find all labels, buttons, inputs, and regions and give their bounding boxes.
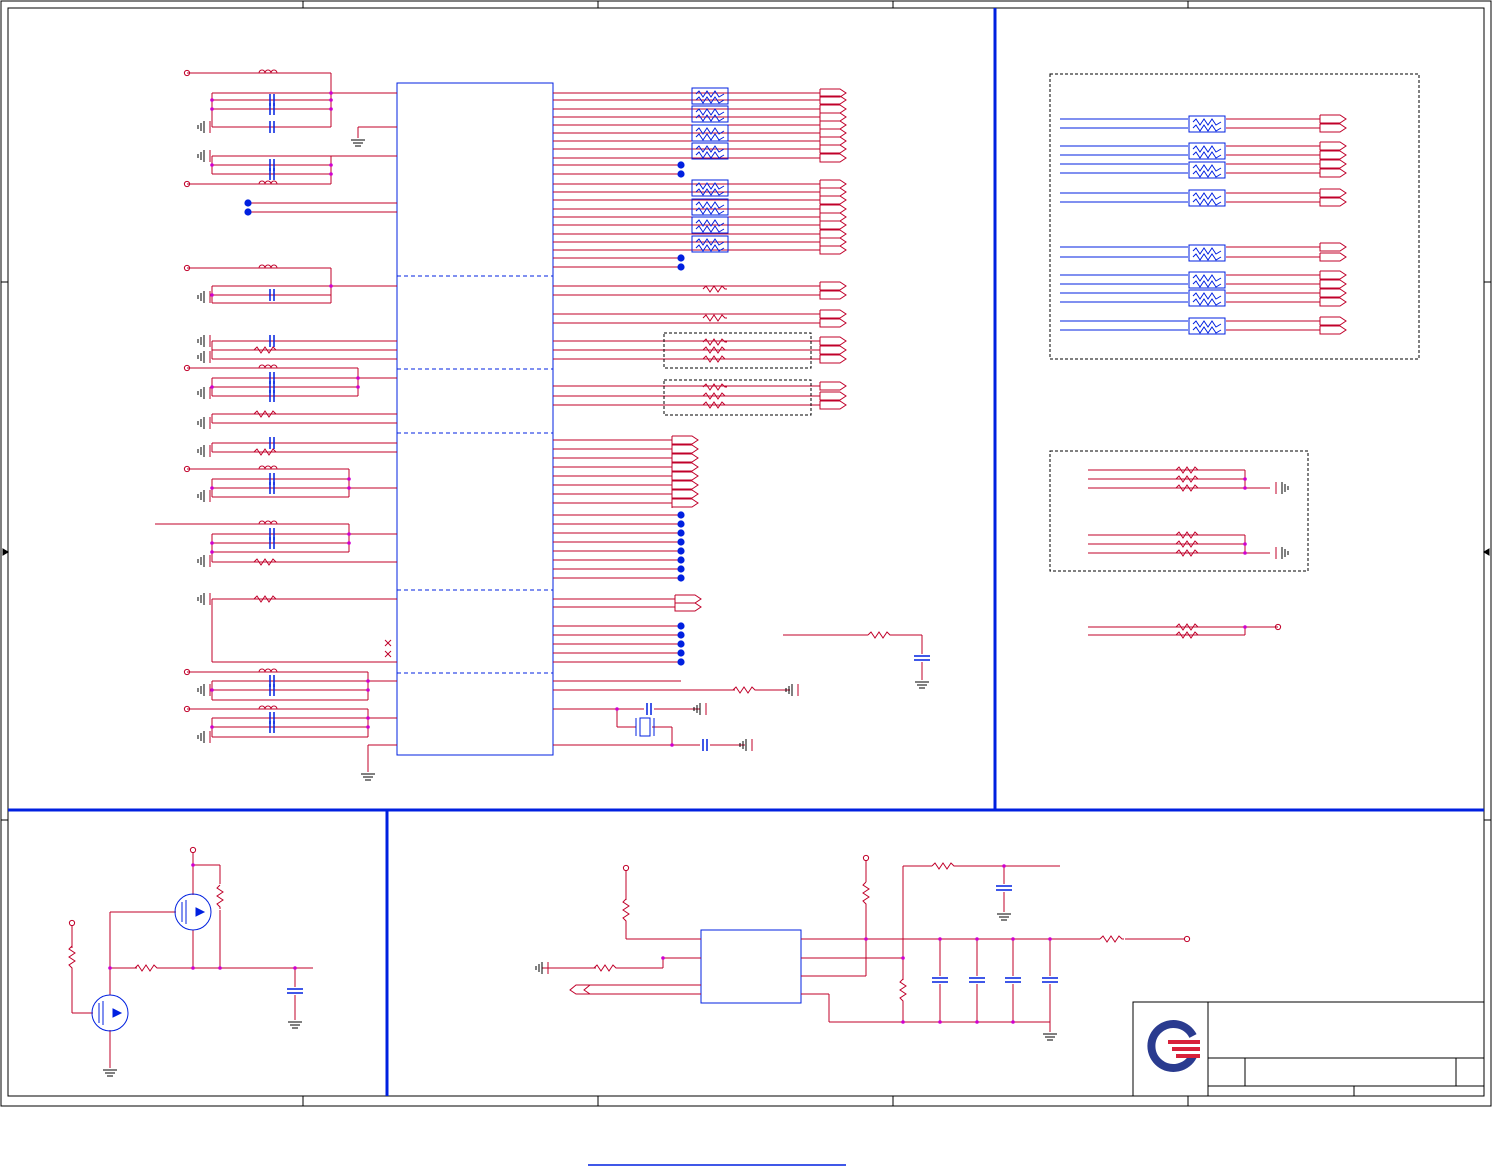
off-page-connector-icon — [819, 290, 847, 300]
schematic-sheet — [0, 0, 1492, 1166]
test-point — [677, 631, 685, 639]
off-page-connector-icon — [819, 245, 847, 255]
regulator-parts — [535, 854, 1191, 1041]
company-logo — [1147, 1020, 1200, 1072]
test-point — [677, 658, 685, 666]
off-page-connector-icon — [819, 128, 847, 138]
ic-right-resistors — [702, 285, 728, 409]
no-connect-marks — [384, 639, 392, 658]
off-page-connector-icon — [819, 120, 847, 130]
test-point — [677, 640, 685, 648]
off-page-connector-icon — [819, 400, 847, 410]
off-page-connector-icon — [819, 204, 847, 214]
off-page-connector-icon — [671, 453, 699, 463]
off-page-connector-icon — [671, 462, 699, 472]
off-page-connector-icon — [1319, 297, 1347, 307]
off-page-connector-icon — [819, 354, 847, 364]
left-power-pins — [183, 69, 252, 713]
off-page-connector-icon — [819, 136, 847, 146]
off-page-connector-icon — [1319, 325, 1347, 335]
right-panel-packs — [1188, 115, 1226, 335]
off-page-connector-icon — [819, 187, 847, 197]
off-page-connector-icon — [819, 391, 847, 401]
off-page-connector-icon — [819, 195, 847, 205]
off-page-connector-icon — [1319, 168, 1347, 178]
left-junctions — [210, 91, 370, 729]
ic-signal-lines — [553, 92, 820, 663]
off-page-connector-icon — [819, 309, 847, 319]
off-page-connector-icon — [1319, 141, 1347, 151]
off-page-connector-icon — [674, 594, 702, 604]
test-point — [677, 170, 685, 178]
test-point — [677, 565, 685, 573]
test-point — [677, 263, 685, 271]
off-page-connector-icon — [1319, 197, 1347, 207]
off-page-connector-icon — [671, 444, 699, 454]
main-ic — [396, 82, 554, 756]
off-page-connector-icon — [1319, 270, 1347, 280]
off-page-connector-icon — [819, 220, 847, 230]
off-page-connector-icon — [1319, 159, 1347, 169]
test-point — [677, 161, 685, 169]
off-page-connector-icon — [819, 345, 847, 355]
test-point — [677, 538, 685, 546]
off-page-connector-icon — [1319, 252, 1347, 262]
test-point — [677, 520, 685, 528]
off-page-connector-icon — [819, 229, 847, 239]
off-page-connector-icon — [1319, 150, 1347, 160]
off-page-connector-icon — [1319, 123, 1347, 133]
power-filters-left — [155, 72, 397, 772]
off-page-connector-icon — [1319, 316, 1347, 326]
off-page-connector-icon — [1319, 242, 1347, 252]
off-page-connector-icon — [819, 112, 847, 122]
resistor-packs-upper — [691, 87, 729, 253]
test-point — [677, 529, 685, 537]
off-page-connector-icon — [819, 237, 847, 247]
off-page-connector-icon — [819, 336, 847, 346]
off-page-connector-icon — [1319, 279, 1347, 289]
off-page-connector-icon — [819, 144, 847, 154]
off-page-connector-icon — [819, 381, 847, 391]
off-page-connector-icon — [671, 471, 699, 481]
crystal-parts — [615, 631, 931, 752]
off-page-connector-icon — [671, 498, 699, 508]
right-panel-terminations — [1088, 469, 1278, 636]
off-page-connector-icon — [674, 602, 702, 612]
off-page-connector-icon — [819, 179, 847, 189]
off-page-connector-icon — [819, 153, 847, 163]
test-point — [677, 511, 685, 519]
test-point — [677, 547, 685, 555]
off-page-connector-icon — [819, 281, 847, 291]
mosfet-switch — [71, 852, 313, 1068]
off-page-connector-icon — [1319, 288, 1347, 298]
mosfet-parts — [68, 846, 304, 1077]
off-page-connector-icon — [1319, 114, 1347, 124]
off-page-connector-icon — [671, 480, 699, 490]
test-point — [677, 556, 685, 564]
off-page-connector-icon — [819, 212, 847, 222]
off-page-connector-icon — [1319, 188, 1347, 198]
test-point — [677, 622, 685, 630]
test-points — [677, 161, 685, 666]
off-page-connector-icon — [819, 318, 847, 328]
off-page-connector-icon — [819, 104, 847, 114]
off-page-connector-icon — [671, 435, 699, 445]
test-point — [677, 254, 685, 262]
test-point — [677, 574, 685, 582]
off-page-connector-icon — [671, 489, 699, 499]
test-point — [677, 649, 685, 657]
